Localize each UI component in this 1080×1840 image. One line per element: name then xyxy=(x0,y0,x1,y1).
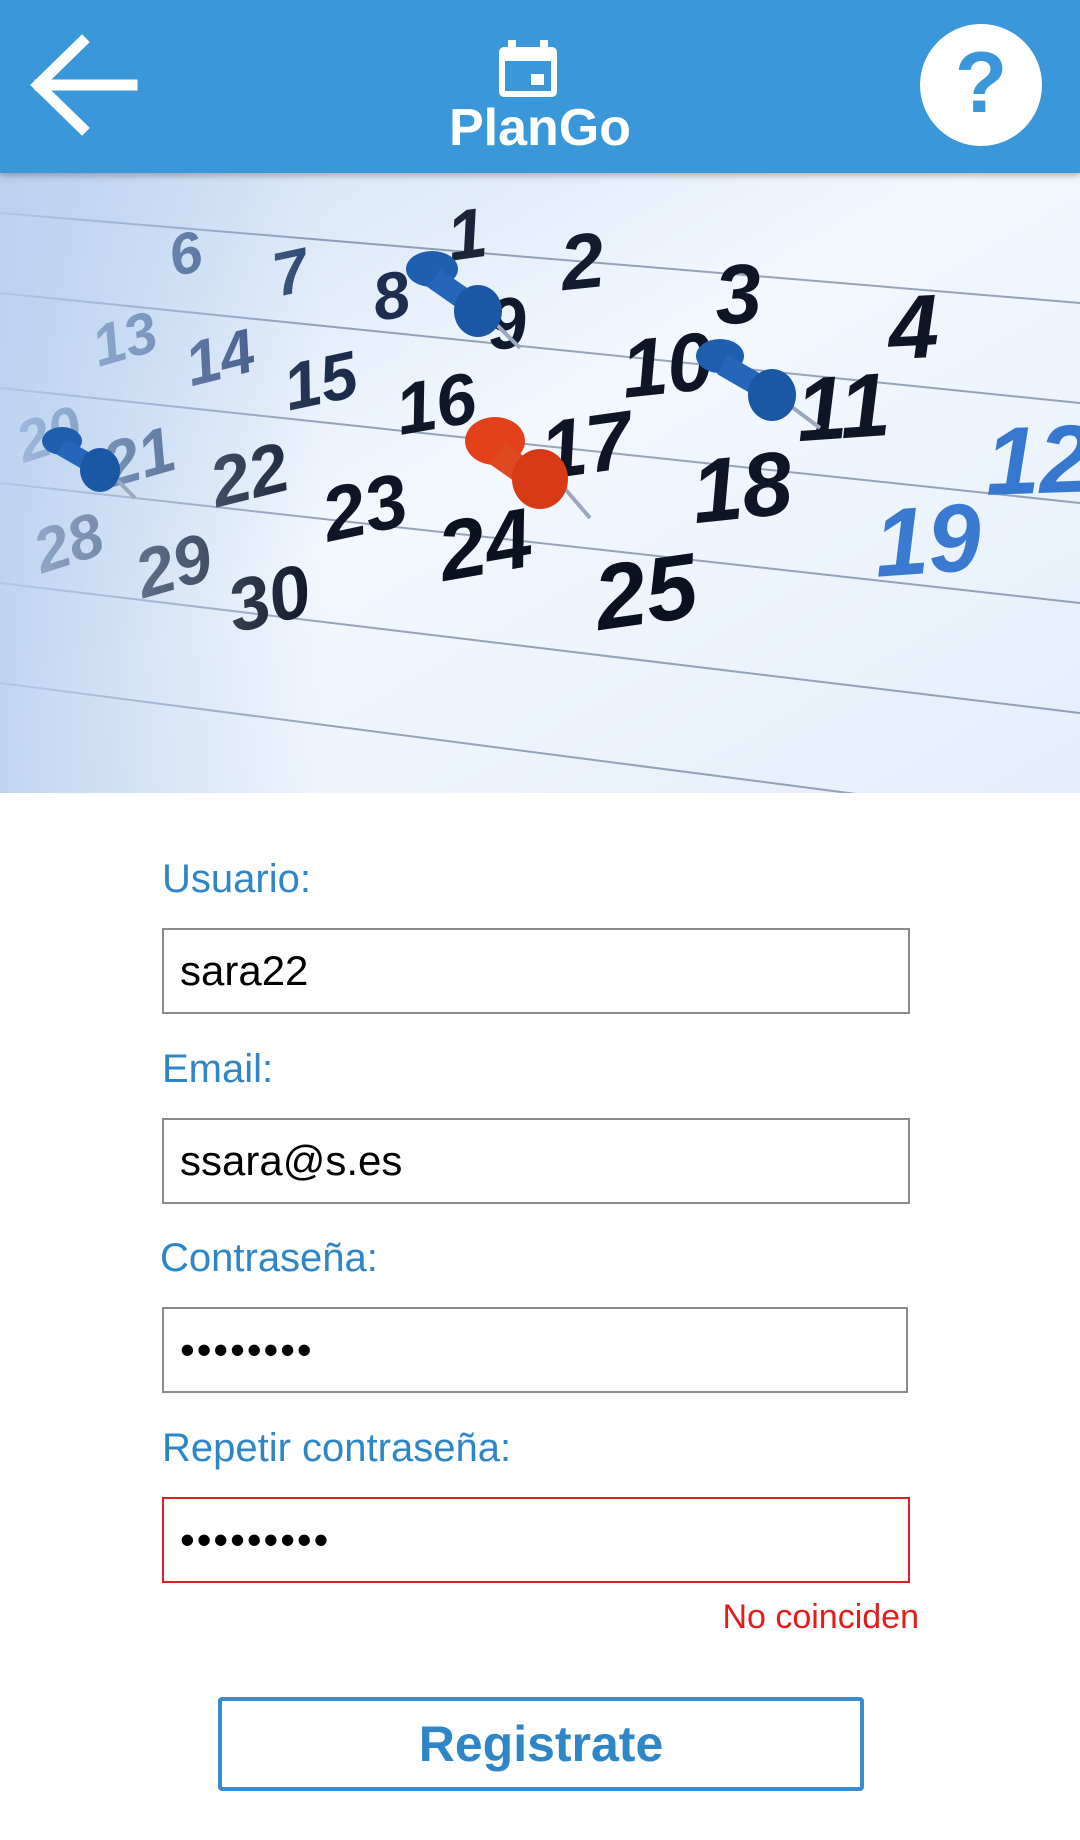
repeat-password-input[interactable] xyxy=(162,1497,910,1583)
app-bar: PlanGo ? xyxy=(0,0,1080,173)
email-label: Email: xyxy=(162,1047,274,1091)
email-input[interactable] xyxy=(162,1118,910,1204)
username-label: Usuario: xyxy=(162,857,311,901)
password-label: Contraseña: xyxy=(160,1236,378,1280)
password-input[interactable] xyxy=(162,1307,908,1393)
calendar-photo: 1234678910111213141516171819202122232425… xyxy=(0,173,1080,793)
password-mismatch-error: No coinciden xyxy=(722,1598,919,1636)
hero-calendar-image: 1234678910111213141516171819202122232425… xyxy=(0,173,1080,793)
username-input[interactable] xyxy=(162,928,910,1014)
help-button[interactable]: ? xyxy=(920,24,1042,146)
repeat-password-label: Repetir contraseña: xyxy=(162,1426,512,1470)
register-button[interactable]: Registrate xyxy=(218,1697,864,1791)
help-icon: ? xyxy=(954,35,1008,131)
app-title: PlanGo xyxy=(448,99,632,157)
calendar-icon xyxy=(499,40,557,97)
